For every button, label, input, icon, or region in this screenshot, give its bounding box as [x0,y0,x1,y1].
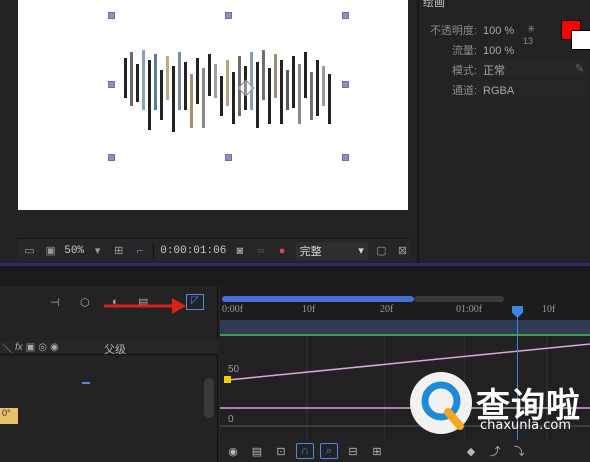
red-arrow [104,298,186,314]
shy-layers-icon[interactable]: ⬡ [80,296,90,309]
flow-label: 流量: [451,45,477,57]
mode-value[interactable]: 正常 [483,65,505,77]
transform-handle[interactable] [225,12,232,19]
adjustment-icon[interactable]: ▣ [26,342,35,353]
watermark-url: chaxunla.com [480,418,571,433]
tick-label: 0:00f [222,304,244,315]
graph-editor-icon[interactable]: ◸ [186,294,204,310]
transform-handle[interactable] [342,81,349,88]
transform-handle[interactable] [108,81,115,88]
flow-row: 流量: 100 % [427,42,514,58]
rotation-value[interactable]: 0° [0,408,18,424]
camera-icon[interactable]: ◙ [232,244,247,258]
chevron-down-icon: ▾ [358,245,364,257]
channel-value[interactable]: RGBA [483,85,514,97]
resolution-value: 完整 [299,245,322,258]
composition-viewer[interactable]: ▭ ▣ 50% ▾ ⊞ ⌐ 0:00:01:06 ◙ ∞ ● 完整 ▾ ▢ ⊠ [0,0,416,264]
graph-value-label: 0 [228,414,234,425]
scrollbar[interactable] [204,378,214,418]
eye-icon[interactable]: ◉ [224,443,242,459]
grid-icon[interactable]: ⊞ [111,244,126,258]
transform-handle[interactable] [225,154,232,161]
time-ruler[interactable]: 0:00f 10f 20f 01:00f 10f [220,304,590,320]
auto-zoom-icon[interactable]: ⌕ [320,443,338,459]
viewer-toolbar: ▭ ▣ 50% ▾ ⊞ ⌐ 0:00:01:06 ◙ ∞ ● 完整 ▾ ▢ ⊠ [18,238,410,262]
mask-visibility-icon[interactable]: ⌐ [132,244,147,258]
monitor-icon[interactable]: ▣ [43,244,58,258]
opacity-label: 不透明度: [429,25,477,37]
fit-selection-icon[interactable]: ⊟ [344,443,362,459]
transform-handle[interactable] [108,154,115,161]
graph-value-label: 50 [228,364,240,375]
motion-blur-switch-icon[interactable]: ◎ [38,342,47,353]
graph-type-icon[interactable]: ▤ [248,443,266,459]
timeline-tab-bar [0,266,590,286]
region-of-interest-icon[interactable]: ▢ [374,244,389,258]
column-parent: 父级 [104,344,126,356]
switch-icon[interactable]: ＼ [2,340,12,355]
tick-label: 10f [542,304,556,315]
watermark: 查询啦 chaxunla.com [410,372,588,444]
search-icon [421,381,464,430]
opacity-row: 不透明度: 100 % [427,22,514,38]
layer-bar[interactable] [220,320,590,334]
time-navigator[interactable] [414,296,504,302]
fx-icon[interactable]: fx [15,342,23,353]
mode-label: 模式: [451,65,477,77]
property-marker [82,382,90,384]
zoom-level[interactable]: 50% [64,245,84,257]
current-timecode[interactable]: 0:00:01:06 [160,245,226,257]
snap-icon[interactable]: ∩ [296,443,314,459]
transform-handle[interactable] [108,12,115,19]
chevron-down-icon[interactable]: ▾ [90,244,105,258]
flow-value[interactable]: 100 % [483,45,514,57]
channel-label: 通道: [451,85,477,97]
3d-layer-icon[interactable]: ◉ [50,342,59,353]
watermark-logo [410,372,472,434]
eyedropper-icon[interactable]: ✎ [575,62,584,75]
opacity-value[interactable]: 100 % [483,25,514,37]
brush-size: 13 [523,36,534,46]
ease-in-icon[interactable]: ⤵ [510,443,528,459]
link-icon[interactable]: ∞ [253,244,268,258]
brush-tip-icon[interactable]: ✳ [527,24,535,35]
transform-handle[interactable] [342,12,349,19]
layer-image [122,48,336,144]
transform-handle[interactable] [342,154,349,161]
fit-all-icon[interactable]: ⊞ [368,443,386,459]
mode-row: 模式: 正常 [427,62,505,78]
layer-outline: ⊣ ⬡ ◐ ▤ ◸ ＼ fx ▣ ◎ ◉ 父级 0° [0,286,218,462]
keyframe[interactable] [224,376,231,383]
keyframe-icon[interactable]: ◆ [462,443,480,459]
channel-row: 通道: RGBA [427,82,514,98]
panel-title: 绘画 [423,0,445,9]
tick-label: 10f [302,304,316,315]
transparency-grid-icon[interactable]: ⊠ [395,244,410,258]
color-channels-icon[interactable]: ● [275,244,290,258]
background-color-swatch[interactable] [571,30,590,50]
tree-icon[interactable]: ⊣ [50,296,60,309]
easy-ease-icon[interactable]: ⤴ [486,443,504,459]
transform-box-icon[interactable]: ⊡ [272,443,290,459]
divider [153,242,155,259]
work-area-bar[interactable] [222,296,414,302]
column-header: ＼ fx ▣ ◎ ◉ 父级 [0,340,218,356]
resolution-select[interactable]: 完整 ▾ [295,241,368,260]
paint-panel: 绘画 不透明度: 100 % 流量: 100 % ✳ 13 模式: 正常 通道: RGB… [418,0,590,264]
tick-label: 01:00f [456,304,483,315]
tick-label: 20f [380,304,394,315]
always-preview-icon[interactable]: ▭ [22,244,37,258]
composition-canvas[interactable] [18,0,408,210]
